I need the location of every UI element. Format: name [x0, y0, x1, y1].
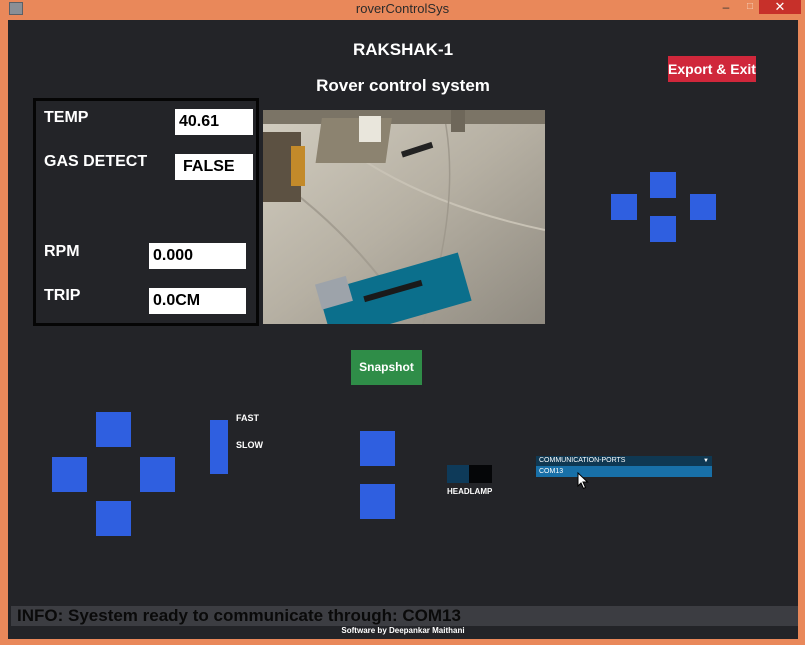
speed-slow-label: SLOW — [236, 440, 263, 450]
rpm-label: RPM — [44, 243, 80, 260]
arm-up-button[interactable] — [360, 431, 395, 466]
camera-feed — [263, 110, 545, 324]
footer-credit: Software by Deepankar Maithani — [341, 626, 465, 635]
camera-right-button[interactable] — [690, 194, 716, 220]
rpm-value: 0.000 — [149, 243, 246, 269]
title-bar: roverControlSys – □ ✕ — [0, 0, 805, 20]
trip-label: TRIP — [44, 287, 81, 304]
temp-label: TEMP — [44, 109, 89, 126]
communication-ports-dropdown[interactable]: COMMUNICATION-PORTS ▼ — [536, 456, 712, 466]
app-client-area: RAKSHAK-1 Rover control system Export & … — [8, 20, 798, 639]
move-left-button[interactable] — [52, 457, 87, 492]
arrow-cursor-icon — [577, 472, 589, 490]
camera-up-button[interactable] — [650, 172, 676, 198]
port-option-com13[interactable]: COM13 — [536, 466, 712, 477]
headlamp-toggle[interactable] — [447, 465, 492, 483]
speed-slider[interactable] — [210, 420, 228, 474]
gas-detect-label: GAS DETECT — [44, 153, 148, 170]
export-exit-button[interactable]: Export & Exit — [668, 56, 756, 82]
move-right-button[interactable] — [140, 457, 175, 492]
sensor-panel: TEMP 40.61 GAS DETECT FALSE RPM 0.000 TR… — [33, 98, 259, 326]
gas-detect-value: FALSE — [175, 154, 253, 180]
headlamp-label: HEADLAMP — [447, 487, 493, 496]
headlamp-toggle-off[interactable] — [447, 465, 469, 483]
headlamp-toggle-on[interactable] — [469, 465, 492, 483]
camera-left-button[interactable] — [611, 194, 637, 220]
move-forward-button[interactable] — [96, 412, 131, 447]
close-button[interactable]: ✕ — [759, 0, 801, 14]
temp-value: 40.61 — [175, 109, 253, 135]
speed-fast-label: FAST — [236, 413, 260, 423]
trip-value: 0.0CM — [149, 288, 246, 314]
window-title: roverControlSys — [355, 1, 450, 16]
camera-feed-image — [263, 110, 545, 324]
communication-ports-label: COMMUNICATION-PORTS — [539, 457, 626, 464]
status-info-text: INFO: Syestem ready to communicate throu… — [17, 606, 461, 625]
arm-down-button[interactable] — [360, 484, 395, 519]
camera-down-button[interactable] — [650, 216, 676, 242]
maximize-button[interactable]: □ — [741, 0, 759, 14]
move-backward-button[interactable] — [96, 501, 131, 536]
snapshot-button[interactable]: Snapshot — [351, 350, 422, 385]
chevron-down-icon[interactable]: ▼ — [703, 456, 709, 466]
minimize-button[interactable]: – — [716, 0, 736, 14]
